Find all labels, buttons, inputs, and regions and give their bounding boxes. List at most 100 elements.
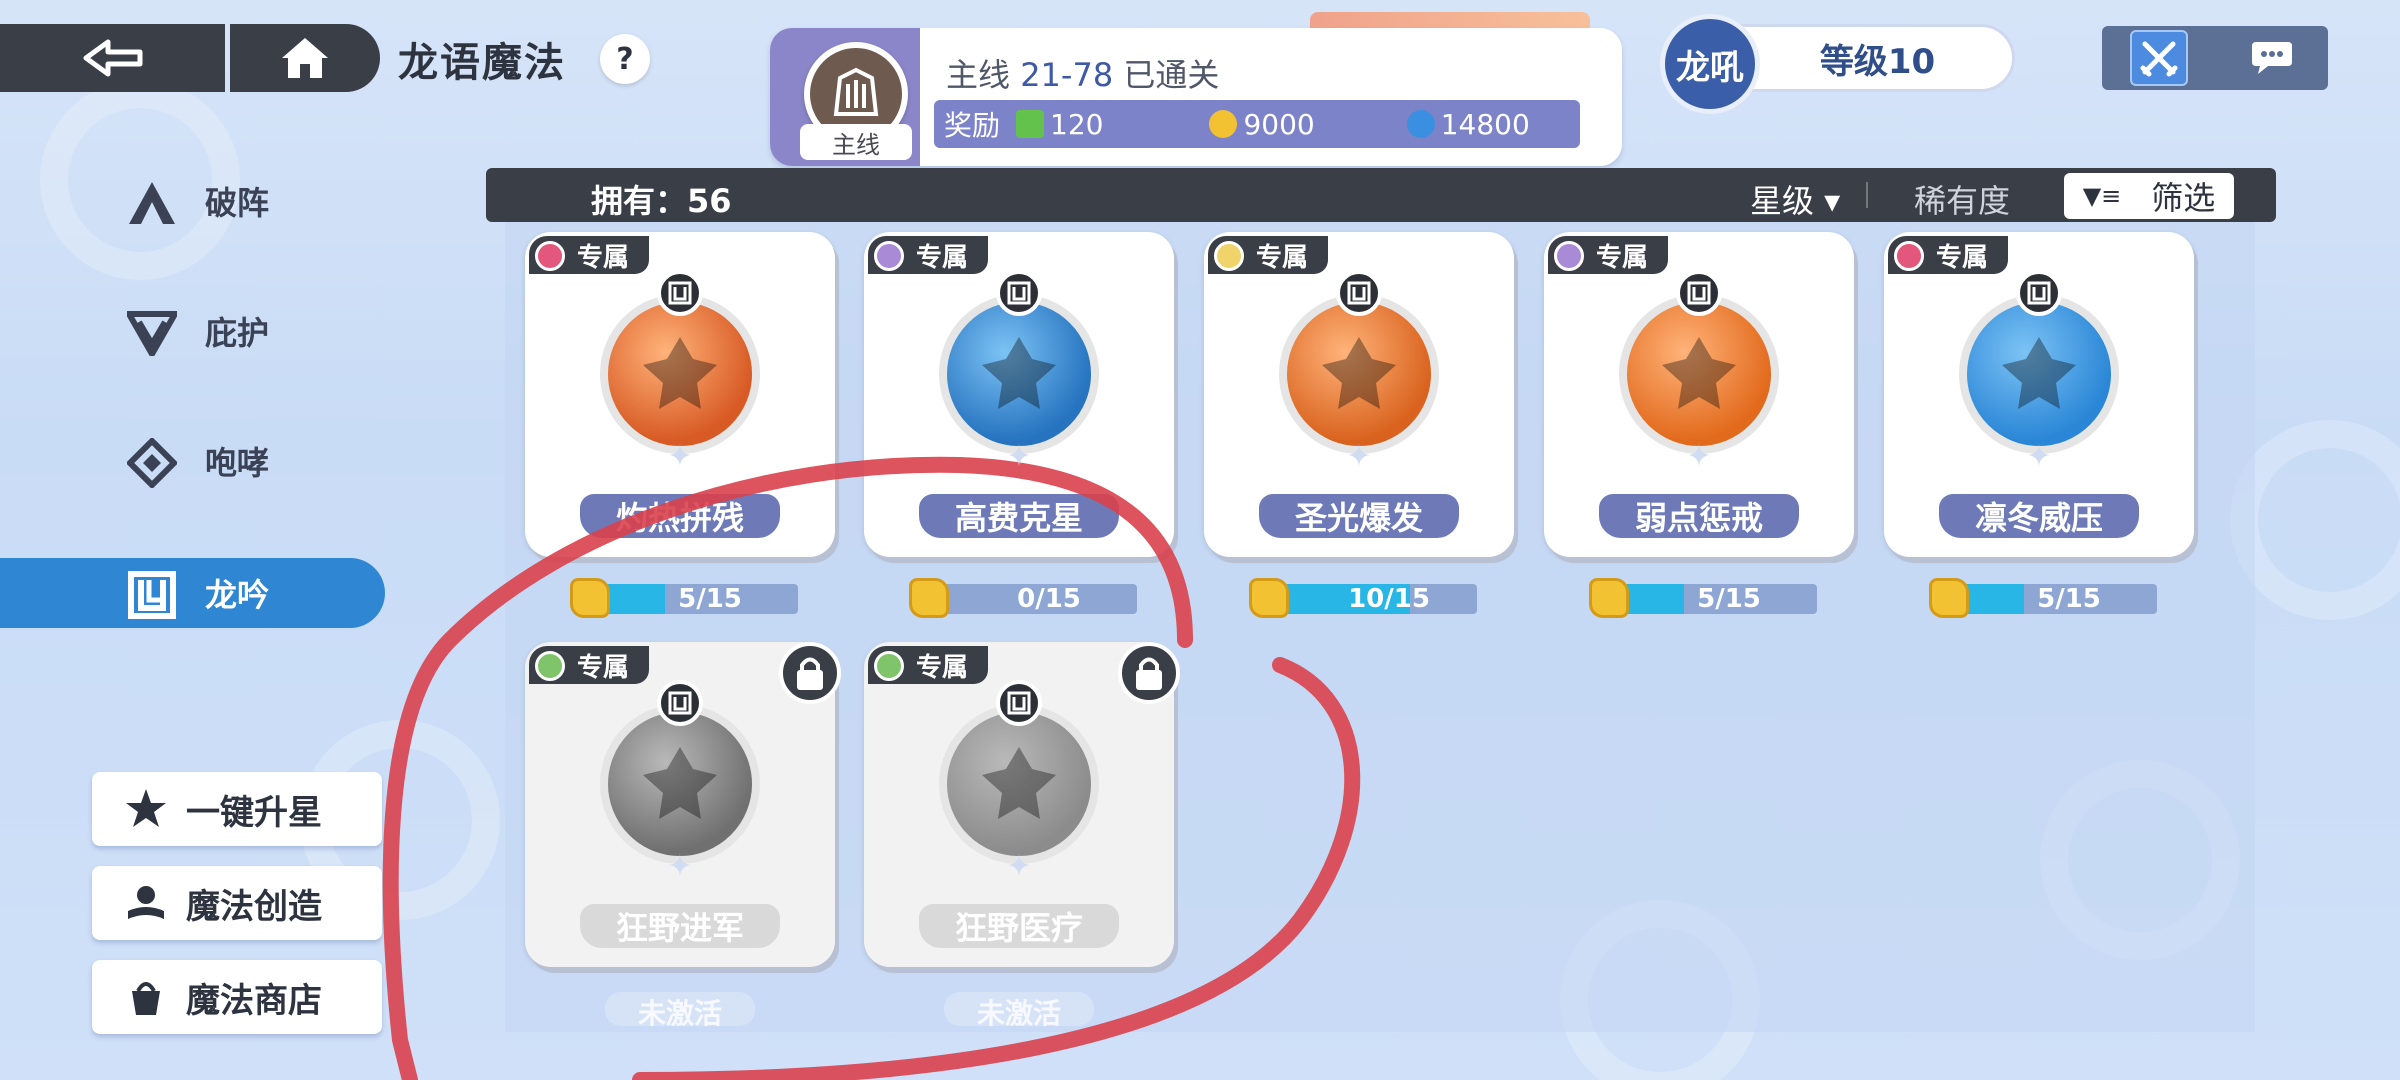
magic-create-icon (124, 881, 168, 925)
reward-bar: 奖励 120 9000 14800 (934, 100, 1580, 148)
magic-orb-icon (939, 704, 1099, 864)
tag-label: 专属 (1596, 242, 1649, 273)
nav-label: 咆哮 (205, 444, 270, 482)
reward-label: 奖励 (944, 109, 1001, 142)
reward-item-coin: 9000 (1209, 107, 1315, 141)
magic-card[interactable]: 专属 ✦ 凛冬威压 (1884, 232, 2194, 557)
level-label: 等级10 (1819, 41, 1936, 82)
sparkle-icon: ✦ (667, 849, 693, 884)
sparkle-icon: ✦ (1346, 439, 1372, 474)
nav-label: 龙吟 (205, 576, 270, 614)
element-icon (1894, 241, 1924, 271)
dragon-chant-type-icon (1676, 270, 1722, 316)
action-label: 魔法创造 (186, 886, 322, 927)
break-formation-icon (125, 176, 179, 230)
list-header: 拥有：56 星级 ▾ 稀有度 ▼≡ 筛选 (486, 168, 2276, 222)
level-badge: 龙吼 (1660, 14, 1760, 114)
fragment-progress-bar: 5/15 (1929, 578, 2157, 618)
tag-label: 专属 (916, 242, 969, 273)
magic-card[interactable]: 专属 ✦ 狂野进军 (525, 642, 841, 967)
chat-button[interactable] (2244, 30, 2300, 86)
nav-item-shelter[interactable]: 庇护 (0, 296, 385, 366)
magic-card[interactable]: 专属 ✦ 高费克星 (864, 232, 1174, 557)
progress-text: 10/15 (1348, 584, 1430, 614)
quest-stage: 21-78 (1020, 56, 1114, 94)
sort-by-star-button[interactable]: 星级 ▾ (1750, 176, 1840, 222)
action-label: 一键升星 (186, 792, 322, 833)
magic-card[interactable]: 专属 ✦ 弱点惩戒 (1544, 232, 1854, 557)
nav-item-break-formation[interactable]: 破阵 (0, 166, 385, 236)
chat-bubble-icon (2252, 42, 2292, 74)
magic-orb-icon (1959, 294, 2119, 454)
home-button[interactable] (230, 24, 380, 92)
green-gem-icon (1016, 110, 1045, 138)
exclusive-tag: 专属 (868, 646, 988, 684)
gold-coin-icon (1209, 110, 1238, 138)
magic-name: 灼热拼残 (580, 494, 780, 538)
quest-status: 主线 21-78 已通关 (946, 50, 1219, 96)
reward-coin-value: 9000 (1243, 107, 1315, 141)
element-icon (874, 241, 904, 271)
sparkle-icon: ✦ (2026, 439, 2052, 474)
lock-icon (779, 642, 841, 704)
element-icon (874, 651, 904, 681)
element-icon (1554, 241, 1584, 271)
sparkle-icon: ✦ (1006, 439, 1032, 474)
magic-orb-icon (939, 294, 1099, 454)
divider (1866, 182, 1868, 208)
magic-orb-icon (1619, 294, 1779, 454)
reward-item-crystal: 14800 (1406, 107, 1530, 141)
star-up-icon (124, 787, 168, 831)
progress-text: 5/15 (678, 584, 742, 614)
sparkle-icon: ✦ (667, 439, 693, 474)
tag-label: 专属 (577, 652, 630, 683)
inactive-status: 未激活 (944, 992, 1094, 1030)
magic-orb-icon (600, 704, 760, 864)
exclusive-tag: 专属 (529, 646, 649, 684)
exclusive-tag: 专属 (868, 236, 988, 274)
nav-item-dragon-chant[interactable]: 龙吟 (0, 558, 385, 628)
one-click-star-up-button[interactable]: 一键升星 (92, 772, 382, 846)
tag-label: 专属 (1256, 242, 1309, 273)
magic-shop-icon (124, 975, 168, 1019)
top-right-buttons (2102, 26, 2328, 90)
magic-name: 凛冬威压 (1939, 494, 2139, 538)
home-icon (282, 38, 328, 78)
magic-card[interactable]: 专属 ✦ 灼热拼残 (525, 232, 835, 557)
exclusive-tag: 专属 (1208, 236, 1328, 274)
action-label: 魔法商店 (186, 980, 322, 1021)
element-icon (1214, 241, 1244, 271)
fragment-progress-bar: 10/15 (1249, 578, 1477, 618)
nav-item-roar[interactable]: 咆哮 (0, 426, 385, 496)
magic-card[interactable]: 专属 ✦ 圣光爆发 (1204, 232, 1514, 557)
dragon-chant-type-icon (657, 680, 703, 726)
back-arrow-icon (83, 39, 142, 77)
battle-button[interactable] (2130, 30, 2188, 86)
filter-icon: ▼≡ (2082, 182, 2122, 210)
magic-name: 弱点惩戒 (1599, 494, 1799, 538)
reward-gem-value: 120 (1050, 107, 1104, 141)
element-icon (535, 651, 565, 681)
nav-label: 庇护 (205, 314, 270, 352)
reward-crystal-value: 14800 (1440, 107, 1530, 141)
fragment-progress-bar: 0/15 (909, 578, 1137, 618)
exclusive-tag: 专属 (529, 236, 649, 274)
progress-text: 5/15 (1697, 584, 1761, 614)
fragment-progress-bar: 5/15 (1589, 578, 1817, 618)
sort-by-rarity-button[interactable]: 稀有度 (1914, 176, 2010, 222)
magic-name: 圣光爆发 (1259, 494, 1459, 538)
element-icon (535, 241, 565, 271)
magic-orb-icon (600, 294, 760, 454)
back-button[interactable] (0, 24, 225, 92)
filter-button[interactable]: ▼≡ 筛选 (2064, 173, 2234, 219)
magic-name: 狂野医疗 (919, 904, 1119, 948)
magic-create-button[interactable]: 魔法创造 (92, 866, 382, 940)
exclusive-tag: 专属 (1548, 236, 1668, 274)
quest-emblem-label: 主线 (800, 124, 912, 160)
filter-label: 筛选 (2151, 179, 2216, 217)
magic-card[interactable]: 专属 ✦ 狂野医疗 (864, 642, 1180, 967)
magic-shop-button[interactable]: 魔法商店 (92, 960, 382, 1034)
help-button[interactable]: ? (600, 34, 650, 84)
nav-label: 破阵 (205, 184, 270, 222)
sparkle-icon: ✦ (1686, 439, 1712, 474)
